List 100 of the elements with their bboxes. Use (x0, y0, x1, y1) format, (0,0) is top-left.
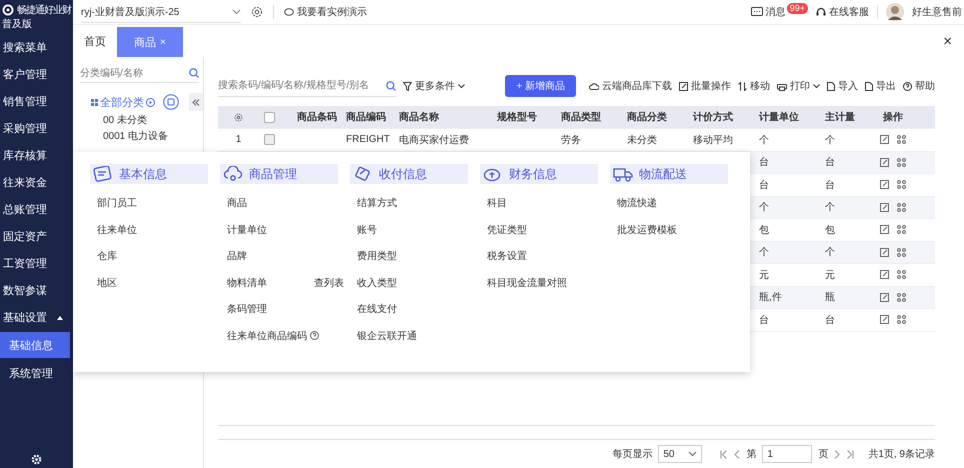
sidebar-item[interactable]: 数智参谋 (0, 277, 73, 304)
grid-icon[interactable] (897, 248, 906, 257)
menu-item[interactable]: 收入类型 (357, 276, 397, 290)
help-icon (903, 82, 912, 90)
edit-icon[interactable] (880, 315, 889, 324)
sidebar-item[interactable]: 往来资金 (0, 169, 73, 196)
menu-item[interactable]: 往来单位 (97, 222, 137, 237)
toolbar-button[interactable]: 导出 (865, 79, 896, 93)
edit-icon (679, 82, 688, 90)
previous-page-icon[interactable] (734, 450, 740, 458)
collapse-button[interactable] (189, 93, 203, 111)
demo-link[interactable]: 我要看实例演示 (284, 5, 367, 19)
sidebar-item[interactable]: 搜索菜单 (0, 34, 73, 61)
sidebar-item[interactable]: 销售管理 (0, 88, 73, 115)
menu-item[interactable]: 往来单位商品编码 (227, 328, 307, 343)
grid-icon[interactable] (897, 135, 906, 144)
grid-icon[interactable] (897, 315, 906, 324)
grid-icon[interactable] (897, 292, 906, 302)
account-select[interactable]: ryj-业财普及版演示-25 (81, 2, 241, 22)
edit-icon[interactable] (880, 270, 889, 280)
play-circle-icon[interactable] (146, 98, 155, 106)
checkbox[interactable] (264, 112, 275, 122)
sidebar-item[interactable]: 基础信息 (0, 332, 70, 358)
menu-item[interactable]: 批发运费模板 (617, 222, 677, 237)
tree-item[interactable]: 0001 电力设备 (73, 127, 203, 143)
tab[interactable]: 首页 (73, 25, 117, 57)
edit-icon[interactable] (880, 158, 889, 167)
menu-item[interactable]: 税务设置 (487, 249, 527, 264)
last-page-icon[interactable] (846, 450, 854, 458)
grid-icon[interactable] (897, 158, 906, 167)
sidebar-item[interactable]: 库存核算 (0, 142, 73, 169)
notification-badge: 99+ (786, 3, 808, 14)
toolbar-button[interactable]: 导入 (827, 79, 858, 93)
list-link[interactable]: 查列表 (314, 276, 344, 290)
page-prefix: 第 (746, 448, 756, 461)
tree-item[interactable]: 00 未分类 (73, 111, 203, 127)
menu-item[interactable]: 条码管理 (227, 302, 267, 316)
messages-link[interactable]: 消息 (750, 5, 786, 19)
menu-item[interactable]: 物料清单 (227, 276, 267, 290)
scrollbar[interactable] (218, 425, 935, 440)
table-cell-text: 移动平均 (693, 134, 733, 147)
edit-icon[interactable] (880, 248, 889, 257)
toolbar-button[interactable]: 帮助 (903, 79, 935, 93)
menu-section-header: 商品管理 (220, 164, 338, 184)
page-field[interactable]: 1 (762, 445, 812, 463)
sidebar-item[interactable]: 采购管理 (0, 115, 73, 142)
per-page-select[interactable]: 50 (658, 445, 702, 463)
edit-icon[interactable] (880, 292, 889, 302)
product-search-field[interactable]: 搜索条码/编码/名称/规格型号/别名 (218, 78, 384, 94)
user-name[interactable]: 好生意售前 (912, 5, 962, 19)
sidebar-item[interactable]: 基础设置 (0, 304, 73, 331)
menu-item[interactable]: 部门员工 (97, 196, 137, 210)
menu-item[interactable]: 商品 (227, 196, 247, 210)
toolbar-button[interactable]: 打印 (777, 79, 820, 93)
sidebar-item[interactable]: 固定资产 (0, 223, 73, 250)
checkbox[interactable] (264, 134, 275, 146)
add-product-button[interactable]: + 新增商品 (505, 75, 576, 97)
customer-service-link[interactable]: 在线客服 (816, 5, 869, 19)
edit-icon[interactable] (163, 94, 179, 110)
menu-item[interactable]: 凭证类型 (487, 222, 527, 237)
grid-icon[interactable] (897, 270, 906, 280)
menu-item[interactable]: 科目 (487, 196, 507, 210)
table-cell-text: 包 (759, 224, 769, 237)
avatar[interactable] (886, 3, 904, 21)
table-cell-text: 台 (825, 178, 835, 192)
menu-item[interactable]: 银企云联开通 (357, 328, 417, 343)
edit-icon[interactable] (880, 135, 889, 144)
grid-icon[interactable] (897, 202, 906, 212)
menu-item[interactable]: 账号 (357, 222, 377, 237)
edit-icon[interactable] (880, 202, 889, 212)
more-filters-button[interactable]: 更多条件 (403, 79, 465, 93)
tree-root[interactable]: 全部分类 (100, 94, 144, 110)
menu-item[interactable]: 结算方式 (357, 196, 397, 210)
first-page-icon[interactable] (720, 450, 728, 458)
menu-section-header: 基本信息 (90, 164, 208, 184)
toolbar-button[interactable]: 移动 (738, 79, 770, 93)
menu-item[interactable]: 仓库 (97, 249, 117, 264)
grid-icon[interactable] (897, 180, 906, 190)
menu-item[interactable]: 科目现金流量对照 (487, 276, 567, 290)
menu-item[interactable]: 费用类型 (357, 249, 397, 264)
next-page-icon[interactable] (834, 450, 840, 458)
sidebar-item[interactable]: 工资管理 (0, 250, 73, 277)
edit-icon[interactable] (880, 180, 889, 190)
close-button[interactable]: × (931, 25, 964, 57)
menu-item[interactable]: 物流快递 (617, 196, 657, 210)
menu-item[interactable]: 品牌 (227, 249, 247, 264)
sidebar-item[interactable]: 客户管理 (0, 61, 73, 88)
grid-icon[interactable] (897, 225, 906, 234)
menu-item[interactable]: 地区 (97, 276, 117, 290)
menu-item[interactable]: 计量单位 (227, 222, 267, 237)
sidebar-item[interactable]: 总账管理 (0, 196, 73, 223)
toolbar-button[interactable]: 批量操作 (679, 79, 731, 93)
toolbar-button[interactable]: 云端商品库下载 (589, 79, 672, 93)
category-search-field[interactable]: 分类编码/名称 (80, 65, 189, 81)
menu-item[interactable]: 在线支付 (357, 302, 397, 316)
help-icon[interactable] (310, 331, 319, 340)
settings-icon[interactable] (251, 6, 263, 18)
search-icon (189, 68, 199, 78)
edit-icon[interactable] (880, 225, 889, 234)
sidebar-item[interactable]: 系统管理 (0, 360, 70, 386)
